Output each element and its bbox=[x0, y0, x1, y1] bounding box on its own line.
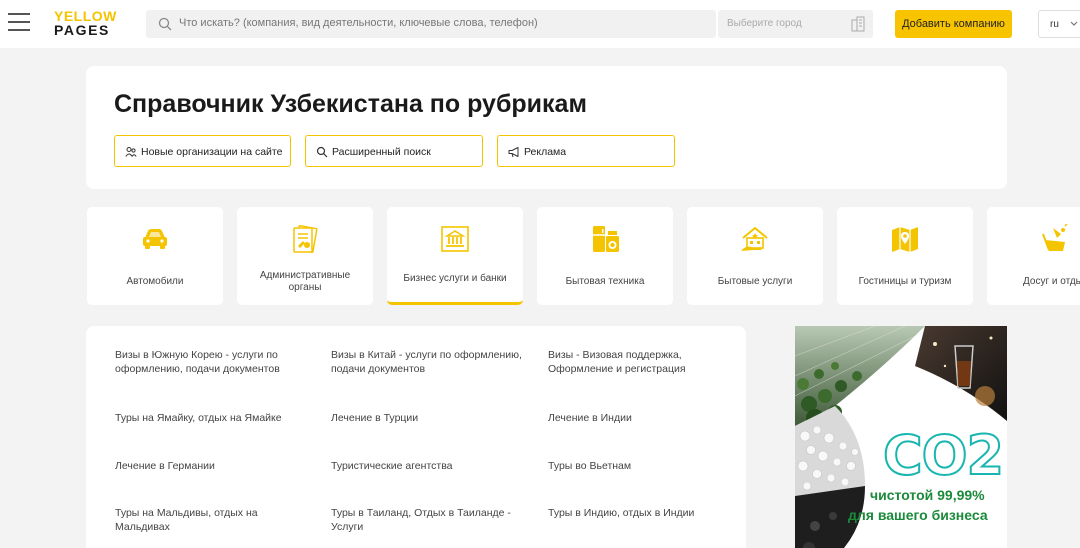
city-icon bbox=[851, 16, 865, 32]
subcategory-link[interactable]: Лечение в Турции bbox=[331, 411, 526, 425]
chip-new-organizations[interactable]: Новые организации на сайте bbox=[114, 135, 291, 167]
category-label: Досуг и отдых bbox=[1023, 276, 1080, 287]
subcategory-link[interactable]: Туристические агентства bbox=[331, 459, 526, 473]
city-placeholder: Выберите город bbox=[727, 18, 802, 29]
logo-line2: PAGES bbox=[54, 22, 110, 38]
chip-advertising[interactable]: Реклама bbox=[497, 135, 675, 167]
ad-line2: для вашего бизнеса bbox=[848, 507, 988, 523]
category-automobiles[interactable]: Автомобили bbox=[87, 207, 223, 305]
chip-label: Новые организации на сайте bbox=[141, 146, 283, 158]
chevron-down-icon bbox=[1070, 21, 1078, 26]
car-icon bbox=[143, 229, 167, 249]
leisure-icon bbox=[1042, 224, 1068, 251]
title-card: Справочник Узбекистана по рубрикам Новые… bbox=[86, 66, 1007, 189]
subcategory-link[interactable]: Визы в Южную Корею - услуги по оформлени… bbox=[115, 348, 310, 376]
category-label: Административные органы bbox=[259, 270, 351, 293]
page-title: Справочник Узбекистана по рубрикам bbox=[114, 90, 587, 118]
category-label: Гостиницы и туризм bbox=[858, 276, 952, 287]
chip-label: Реклама bbox=[524, 146, 567, 158]
bank-icon bbox=[441, 226, 469, 252]
category-label: Бизнес услуги и банки bbox=[403, 273, 507, 284]
category-label: Бытовая техника bbox=[565, 276, 645, 287]
ad-headline: CO2 bbox=[882, 423, 1005, 488]
category-appliances[interactable]: Бытовая техника bbox=[537, 207, 673, 305]
city-select[interactable]: Выберите город bbox=[718, 10, 873, 38]
subcategory-link[interactable]: Лечение в Германии bbox=[115, 459, 310, 473]
search-icon bbox=[158, 17, 172, 31]
menu-icon[interactable] bbox=[8, 13, 30, 33]
search-input[interactable]: Что искать? (компания, вид деятельности,… bbox=[146, 10, 716, 38]
category-label: Бытовые услуги bbox=[717, 276, 793, 287]
top-header: YELLOW PAGES Что искать? (компания, вид … bbox=[0, 0, 1080, 48]
subcategory-link[interactable]: Туры на Ямайку, отдых на Ямайке bbox=[115, 411, 310, 425]
subcategory-link[interactable]: Визы - Визовая поддержка, Оформление и р… bbox=[548, 348, 743, 376]
appliances-icon bbox=[593, 226, 619, 252]
search-placeholder: Что искать? (компания, вид деятельности,… bbox=[179, 17, 538, 29]
ad-banner[interactable]: CO2 чистотой 99,99% для вашего бизнеса bbox=[795, 326, 1007, 548]
map-icon bbox=[892, 227, 918, 252]
documents-icon bbox=[293, 225, 318, 253]
category-label: Автомобили bbox=[126, 276, 184, 287]
subcategory-link[interactable]: Туры в Таиланд, Отдых в Таиланде - Услуг… bbox=[331, 506, 526, 534]
ad-line1: чистотой 99,99% bbox=[870, 487, 985, 503]
megaphone-icon bbox=[508, 147, 519, 158]
category-leisure[interactable]: Досуг и отдых bbox=[987, 207, 1080, 305]
search-icon bbox=[316, 146, 328, 158]
subcategory-link[interactable]: Туры во Вьетнам bbox=[548, 459, 743, 473]
category-hotels-tourism[interactable]: Гостиницы и туризм bbox=[837, 207, 973, 305]
home-services-icon bbox=[741, 226, 768, 251]
category-home-services[interactable]: Бытовые услуги bbox=[687, 207, 823, 305]
logo-line1: YELLOW bbox=[54, 8, 117, 24]
logo[interactable]: YELLOW PAGES bbox=[54, 9, 117, 37]
chip-label: Расширенный поиск bbox=[332, 146, 431, 158]
chip-advanced-search[interactable]: Расширенный поиск bbox=[305, 135, 483, 167]
add-company-button[interactable]: Добавить компанию bbox=[895, 10, 1012, 38]
subcategory-link[interactable]: Визы в Китай - услуги по оформлению, под… bbox=[331, 348, 526, 376]
category-business-banks[interactable]: Бизнес услуги и банки bbox=[387, 207, 523, 305]
language-select[interactable]: ru bbox=[1038, 10, 1080, 38]
people-icon bbox=[125, 147, 137, 157]
subcategory-links: Визы в Южную Корею - услуги по оформлени… bbox=[86, 326, 746, 548]
subcategory-link[interactable]: Лечение в Индии bbox=[548, 411, 743, 425]
language-value: ru bbox=[1050, 19, 1059, 30]
subcategory-link[interactable]: Туры в Индию, отдых в Индии bbox=[548, 506, 743, 520]
subcategory-link[interactable]: Туры на Мальдивы, отдых на Мальдивах bbox=[115, 506, 310, 534]
category-administrative[interactable]: Административные органы bbox=[237, 207, 373, 305]
